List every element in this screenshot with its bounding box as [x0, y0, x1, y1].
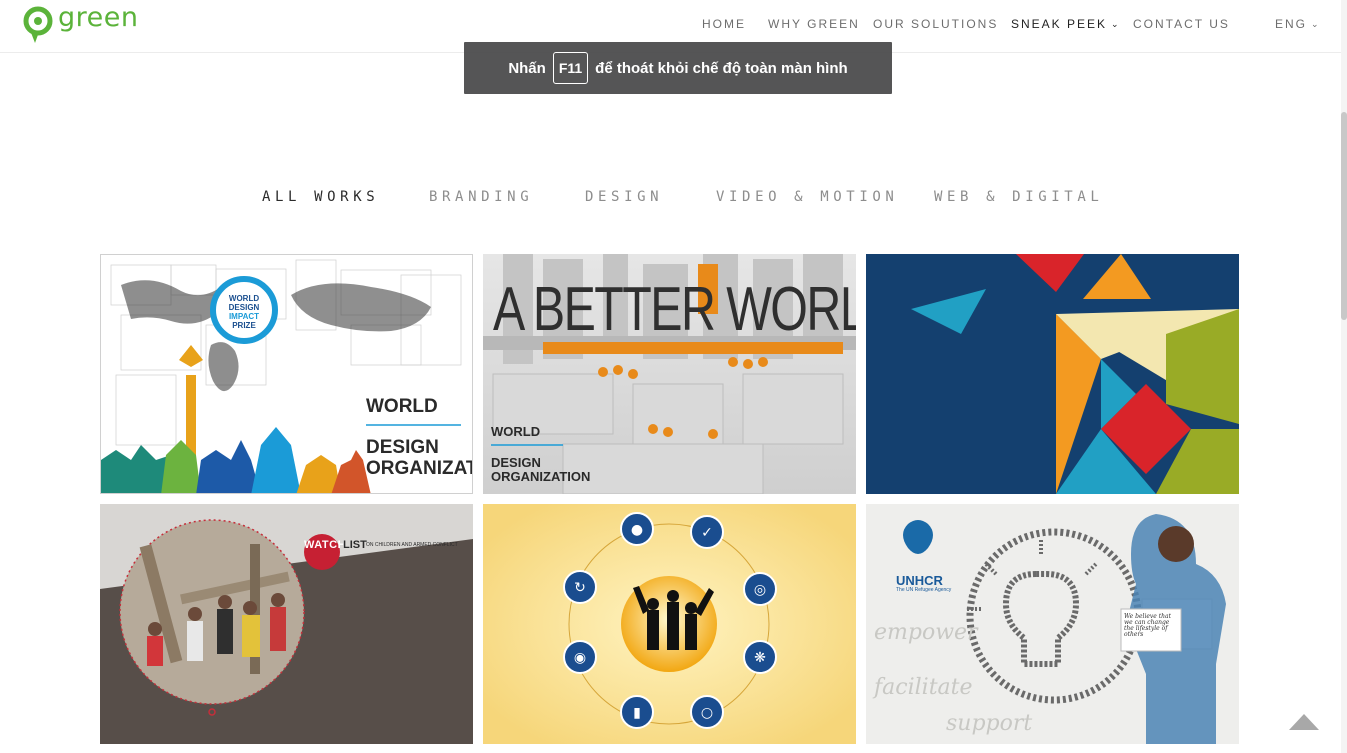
portfolio-tile-icon-ring[interactable]: ● ✓ ↻ ◎ ◉ ❋ ▮ ○	[483, 504, 856, 744]
portfolio-tile-watchlist[interactable]: WATCH LIST ON CHILDREN AND ARMED CONFLIC…	[100, 504, 473, 744]
main-nav: HOME WHY GREEN OUR SOLUTIONS SNEAK PEEK ⌄…	[0, 17, 1347, 33]
tile-title-line-2: DESIGN	[491, 455, 541, 470]
language-label: ENG	[1275, 17, 1308, 31]
tile-title-line-3: ORGANIZATION	[491, 469, 591, 484]
language-selector[interactable]: ENG ⌄	[1275, 17, 1321, 31]
tile-title-line-3: ORGANIZATION	[366, 458, 472, 479]
placard-text: We believe that we can change the lifest…	[1124, 613, 1172, 638]
filter-video-motion[interactable]: VIDEO & MOTION	[716, 189, 898, 205]
fullscreen-notice-suffix: để thoát khỏi chế độ toàn màn hình	[595, 59, 848, 77]
refresh-icon: ↻	[574, 580, 586, 596]
portfolio-tile-world-design-prize[interactable]: WORLD DESIGN IMPACT PRIZE WORLD DESIGN O…	[100, 254, 473, 494]
people-icon: ●	[631, 522, 643, 538]
unhcr-name: UNHCR	[896, 573, 943, 588]
portfolio-filters: ALL WORKS BRANDING DESIGN VIDEO & MOTION…	[0, 189, 1347, 209]
badge-line-2: DESIGN	[229, 303, 260, 312]
word-support: support	[946, 711, 1033, 736]
nav-contact-us[interactable]: CONTACT US	[1133, 17, 1230, 31]
tile-title-line-1: WORLD	[366, 396, 438, 417]
portfolio-tile-tangram[interactable]	[866, 254, 1239, 494]
badge-line-4: PRIZE	[232, 321, 256, 330]
nav-sneak-peek-label: SNEAK PEEK	[1011, 17, 1108, 31]
nav-why-green[interactable]: WHY GREEN	[768, 17, 860, 31]
badge-line-1: WORLD	[229, 294, 259, 303]
checkmark-icon: ✓	[701, 525, 713, 541]
f11-key: F11	[552, 52, 589, 84]
watchlist-watch: WATCH	[304, 539, 347, 551]
filter-design[interactable]: DESIGN	[585, 189, 663, 205]
tangram-art	[866, 254, 1239, 494]
lightbulb-icon: ○	[701, 705, 713, 721]
scrollbar-thumb[interactable]	[1341, 112, 1347, 320]
network-icon: ❋	[754, 650, 766, 666]
word-facilitate: facilitate	[874, 675, 973, 700]
chevron-down-icon: ⌄	[1111, 19, 1121, 29]
celebration-icon-ring-art: ● ✓ ↻ ◎ ◉ ❋ ▮ ○	[483, 504, 856, 744]
portfolio-tile-unhcr[interactable]: UNHCR The UN Refugee Agency We believe t…	[866, 504, 1239, 744]
nav-sneak-peek[interactable]: SNEAK PEEK ⌄	[1011, 17, 1121, 31]
fullscreen-notice: Nhấn F11 để thoát khỏi chế độ toàn màn h…	[464, 42, 892, 94]
nav-home[interactable]: HOME	[702, 17, 746, 31]
chat-icon: ◉	[574, 650, 586, 666]
filter-web-digital[interactable]: WEB & DIGITAL	[934, 189, 1103, 205]
children-circle-photo-art	[100, 504, 473, 744]
portfolio-tile-a-better-world[interactable]: A BETTER WORLD. WORLD DESIGN ORGANIZATIO…	[483, 254, 856, 494]
tile-title-line-1: WORLD	[491, 424, 541, 439]
word-empower: empower	[874, 620, 978, 645]
fullscreen-notice-prefix: Nhấn	[508, 59, 546, 77]
watchlist-subtitle: ON CHILDREN AND ARMED CONFLICT	[366, 542, 458, 548]
badge-line-3: IMPACT	[229, 312, 259, 321]
tile-headline: A BETTER WORLD.	[493, 275, 856, 344]
tile-title-line-2: DESIGN	[366, 437, 439, 458]
page-scrollbar[interactable]	[1341, 0, 1347, 753]
filter-all-works[interactable]: ALL WORKS	[262, 189, 379, 205]
filter-branding[interactable]: BRANDING	[429, 189, 533, 205]
chevron-down-icon: ⌄	[1311, 19, 1321, 29]
unhcr-subtitle: The UN Refugee Agency	[896, 587, 952, 593]
watchlist-list: LIST	[343, 539, 367, 551]
back-to-top-arrow-icon[interactable]	[1289, 714, 1319, 730]
bar-chart-icon: ▮	[633, 705, 641, 721]
target-icon: ◎	[754, 582, 766, 598]
nav-our-solutions[interactable]: OUR SOLUTIONS	[873, 17, 998, 31]
